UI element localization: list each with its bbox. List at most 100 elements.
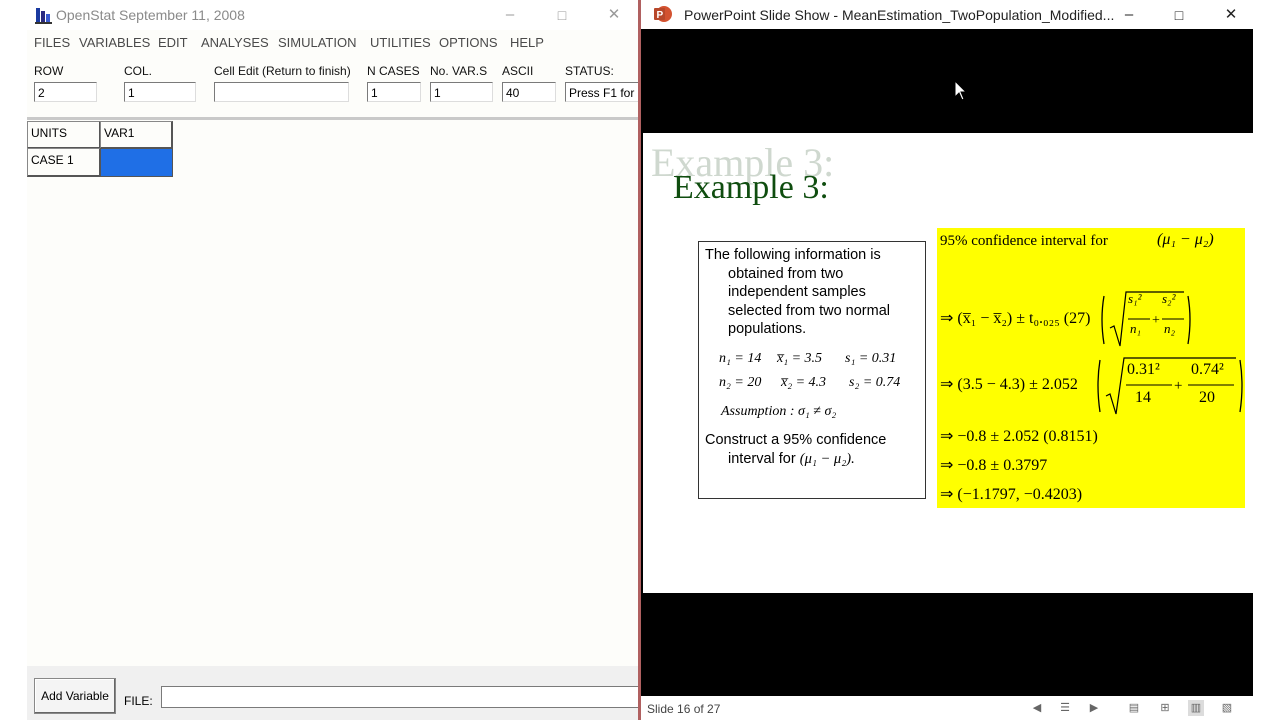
add-variable-button[interactable]: Add Variable: [34, 678, 116, 714]
next-slide-icon[interactable]: ▶: [1086, 700, 1102, 716]
slideshow-view-icon[interactable]: ▧: [1219, 700, 1235, 716]
solution-step-1: ⇒ (x̅₁ − x̅₂) ± t₀.₀₂₅ (27): [940, 310, 1091, 327]
col-field[interactable]: 1: [124, 82, 196, 102]
sfrac2-num: s₂²: [1162, 291, 1176, 306]
status-label: STATUS:: [565, 64, 614, 78]
frac2-num: 0.74²: [1191, 361, 1224, 378]
sqrt-s-over-n: +: [1101, 291, 1191, 347]
reading-view-icon[interactable]: ▥: [1188, 700, 1204, 716]
intro-line-1: The following information is: [705, 247, 881, 263]
status-field: Press F1 for h: [565, 82, 641, 102]
grid-row-label-case1[interactable]: CASE 1: [27, 148, 101, 177]
window-separator: [638, 0, 641, 720]
intro-line-3: independent samples: [728, 284, 866, 300]
row-label: ROW: [34, 64, 64, 78]
frac1-num: 0.31²: [1127, 361, 1160, 378]
menu-bar: FILES VARIABLES EDIT ANALYSES SIMULATION…: [27, 33, 641, 53]
sfrac1-num: s₁²: [1128, 291, 1142, 306]
solution-step-4: ⇒ −0.8 ± 0.3797: [940, 457, 1048, 474]
construct-text: Construct a 95% confidence interval for …: [705, 431, 886, 468]
math-assumption: Assumption : σ₁ ≠ σ₂: [721, 404, 837, 419]
math-x2: x̅₂ = 4.3: [781, 375, 827, 390]
window-title: PowerPoint Slide Show - MeanEstimation_T…: [684, 7, 1115, 23]
construct-line-2: interval for (μ₁ − μ₂).: [705, 450, 886, 469]
construct-line-2-text: interval for: [728, 450, 796, 467]
slide-canvas: Example 3: Example 3: The following info…: [643, 133, 1253, 593]
mouse-cursor-icon: [954, 80, 968, 101]
no-vars-field[interactable]: 1: [430, 82, 493, 102]
menu-files[interactable]: FILES: [34, 35, 70, 50]
frac1-den: 14: [1135, 389, 1151, 406]
solution-step-5: ⇒ (−1.1797, −0.4203): [940, 486, 1083, 503]
menu-edit[interactable]: EDIT: [158, 35, 188, 50]
frac2-den: 20: [1199, 389, 1215, 406]
powerpoint-titlebar: P PowerPoint Slide Show - MeanEstimation…: [641, 0, 1253, 29]
math-s2: s₂ = 0.74: [849, 375, 901, 390]
grid-cell-selected[interactable]: [100, 148, 173, 177]
desktop-right-strip: [1253, 0, 1280, 720]
close-icon[interactable]: ✕: [1220, 4, 1242, 26]
col-label: COL.: [124, 64, 153, 78]
math-x1: x̅₁ = 3.5: [777, 351, 823, 366]
menu-simulation[interactable]: SIMULATION: [278, 35, 357, 50]
math-n1: n₁ = 14: [719, 351, 762, 366]
svg-text:+: +: [1152, 313, 1160, 328]
math-n2: n₂ = 20: [719, 375, 762, 390]
minimize-icon[interactable]: –: [499, 4, 521, 26]
problem-intro: The following information is obtained fr…: [705, 246, 890, 339]
grid-header-var1[interactable]: VAR1: [100, 121, 173, 149]
slide-counter: Slide 16 of 27: [647, 702, 721, 716]
solution-step-3: ⇒ −0.8 ± 2.052 (0.8151): [940, 428, 1098, 445]
menu-help[interactable]: HELP: [510, 35, 544, 50]
slide-title: Example 3:: [673, 169, 829, 206]
close-icon[interactable]: ✕: [603, 4, 625, 26]
svg-text:P: P: [657, 10, 664, 21]
construct-line-1: Construct a 95% confidence: [705, 432, 887, 448]
intro-line-4: selected from two normal: [728, 302, 890, 319]
slideshow-status-bar: Slide 16 of 27 ◀ ☰ ▶ ▤ ⊞ ▥ ▧: [641, 696, 1253, 720]
openstat-app-icon: [35, 8, 52, 24]
grid-header-units[interactable]: UNITS: [27, 121, 101, 149]
normal-view-icon[interactable]: ▤: [1126, 700, 1142, 716]
solution-step-2: ⇒ (3.5 − 4.3) ± 2.052: [940, 376, 1078, 393]
openstat-bottom-bar: Add Variable FILE:: [27, 666, 641, 720]
solution-heading: 95% confidence interval for: [940, 233, 1108, 249]
problem-statement-box: The following information is obtained fr…: [698, 241, 926, 499]
openstat-window: OpenStat September 11, 2008 – □ ✕ FILES …: [27, 0, 641, 720]
powerpoint-window: P PowerPoint Slide Show - MeanEstimation…: [638, 0, 1280, 720]
svg-text:+: +: [1174, 378, 1182, 394]
n-cases-field[interactable]: 1: [367, 82, 421, 102]
maximize-icon[interactable]: □: [1168, 4, 1190, 26]
sfrac1-den: n₁: [1130, 321, 1142, 336]
previous-slide-icon[interactable]: ◀: [1029, 700, 1045, 716]
menu-variables[interactable]: VARIABLES: [79, 35, 150, 50]
solution-box: 95% confidence interval for (μ₁ − μ₂) ⇒ …: [937, 228, 1245, 508]
window-title: OpenStat September 11, 2008: [56, 7, 245, 23]
cell-edit-field[interactable]: [214, 82, 349, 102]
slide-menu-icon[interactable]: ☰: [1057, 700, 1073, 716]
intro-line-2: obtained from two: [728, 265, 844, 282]
solution-heading-math: (μ₁ − μ₂): [1157, 231, 1214, 248]
openstat-titlebar: OpenStat September 11, 2008 – □ ✕: [27, 0, 641, 30]
file-input[interactable]: [161, 686, 641, 708]
maximize-icon[interactable]: □: [551, 4, 573, 26]
minimize-icon[interactable]: –: [1118, 4, 1140, 26]
sfrac2-den: n₂: [1164, 321, 1176, 336]
toolbar-divider: [27, 117, 641, 120]
desktop-left-strip: [0, 0, 27, 720]
menu-utilities[interactable]: UTILITIES: [370, 35, 431, 50]
row-field[interactable]: 2: [34, 82, 97, 102]
n-cases-label: N CASES: [367, 64, 420, 78]
construct-math: (μ₁ − μ₂).: [799, 450, 855, 467]
slide-sorter-icon[interactable]: ⊞: [1157, 700, 1173, 716]
cell-edit-label: Cell Edit (Return to finish): [214, 64, 351, 78]
intro-line-5: populations.: [728, 321, 807, 337]
ascii-field[interactable]: 40: [502, 82, 556, 102]
ascii-label: ASCII: [502, 64, 534, 78]
file-label: FILE:: [124, 694, 153, 708]
powerpoint-app-icon: P: [654, 6, 672, 22]
menu-analyses[interactable]: ANALYSES: [201, 35, 269, 50]
math-s1: s₁ = 0.31: [845, 351, 897, 366]
no-vars-label: No. VAR.S: [430, 64, 488, 78]
menu-options[interactable]: OPTIONS: [439, 35, 498, 50]
